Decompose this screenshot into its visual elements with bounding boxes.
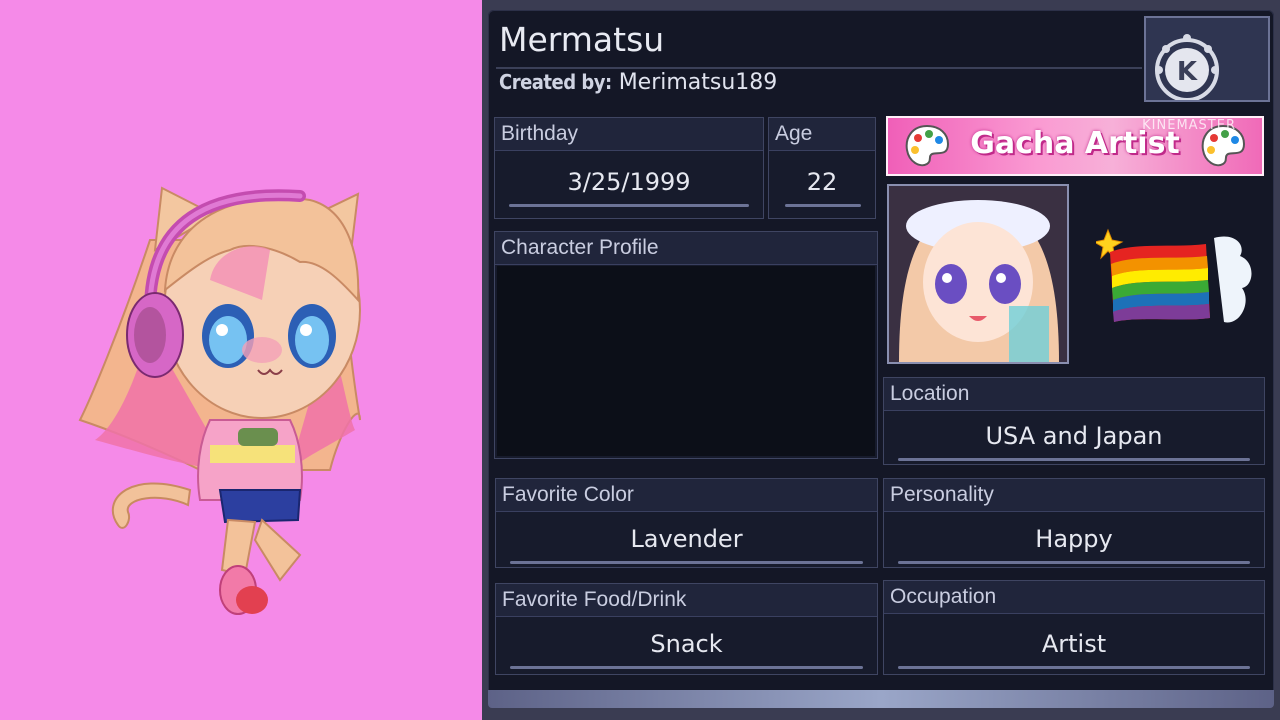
- age-value: 22: [806, 168, 838, 196]
- gacha-artist-banner: Gacha Artist KINEMASTER: [886, 116, 1264, 176]
- created-by-value: Merimatsu189: [618, 70, 778, 95]
- favorite-color-underline: [510, 561, 863, 564]
- character-profile-field[interactable]: Character Profile: [494, 231, 878, 459]
- occupation-label: Occupation: [884, 581, 1264, 614]
- favorite-food-field[interactable]: Favorite Food/Drink Snack: [495, 583, 878, 675]
- created-by-line: Created by: Merimatsu189: [499, 70, 777, 95]
- kinemaster-logo-button[interactable]: K: [1144, 16, 1270, 102]
- occupation-field[interactable]: Occupation Artist: [883, 580, 1265, 675]
- personality-value: Happy: [1035, 525, 1113, 553]
- created-by-label: Created by:: [499, 70, 612, 94]
- favorite-color-label: Favorite Color: [496, 479, 877, 512]
- character-name: Mermatsu: [499, 20, 665, 59]
- portrait-image: [889, 186, 1067, 362]
- location-underline: [898, 458, 1250, 461]
- personality-label: Personality: [884, 479, 1264, 512]
- personality-underline: [898, 561, 1250, 564]
- character-stage: [0, 0, 482, 720]
- age-underline: [785, 204, 861, 207]
- rainbow-flag-icon: [1096, 228, 1252, 323]
- location-value: USA and Japan: [985, 422, 1163, 450]
- age-label: Age: [769, 118, 875, 151]
- age-field[interactable]: Age 22: [768, 117, 876, 219]
- birthday-label: Birthday: [495, 118, 763, 151]
- location-label: Location: [884, 378, 1264, 411]
- birthday-underline: [509, 204, 749, 207]
- favorite-food-value: Snack: [650, 630, 723, 658]
- character-profile-label: Character Profile: [495, 232, 877, 265]
- favorite-color-field[interactable]: Favorite Color Lavender: [495, 478, 878, 568]
- favorite-food-underline: [510, 666, 863, 669]
- occupation-underline: [898, 666, 1250, 669]
- favorite-color-value: Lavender: [630, 525, 743, 553]
- character-profile-body[interactable]: [497, 266, 875, 456]
- birthday-value: 3/25/1999: [567, 168, 691, 196]
- chibi-character[interactable]: [0, 0, 482, 720]
- occupation-value: Artist: [1041, 630, 1107, 658]
- kinemaster-logo-icon: K: [1155, 34, 1219, 102]
- logo-letter: K: [1177, 57, 1198, 87]
- card-bottom-strip: [488, 690, 1274, 708]
- character-portrait: [887, 184, 1069, 364]
- location-field[interactable]: Location USA and Japan: [883, 377, 1265, 465]
- name-divider: [496, 67, 1142, 69]
- kinemaster-watermark: KINEMASTER: [1142, 118, 1236, 133]
- birthday-field[interactable]: Birthday 3/25/1999: [494, 117, 764, 219]
- personality-field[interactable]: Personality Happy: [883, 478, 1265, 568]
- favorite-food-label: Favorite Food/Drink: [496, 584, 877, 617]
